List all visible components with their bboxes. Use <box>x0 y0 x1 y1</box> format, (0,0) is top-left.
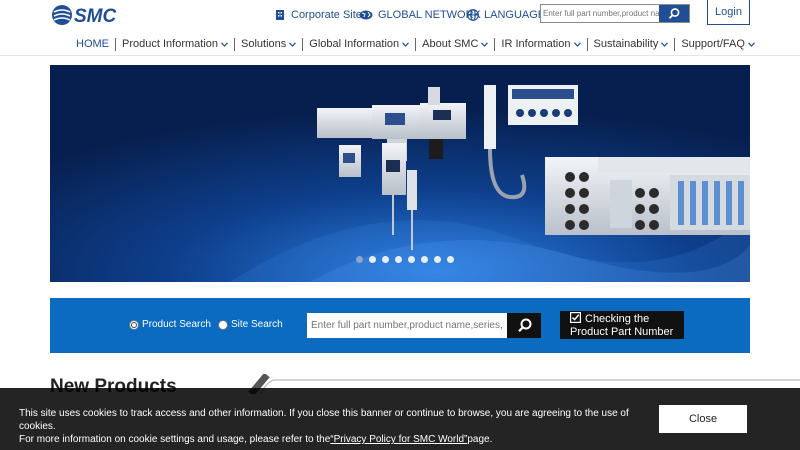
band-search-button[interactable] <box>507 313 541 338</box>
radio-label: Site Search <box>231 319 283 330</box>
globe-icon <box>467 9 479 21</box>
carousel-dot[interactable] <box>356 256 363 263</box>
global-network-label: GLOBAL NETWORK <box>378 9 481 21</box>
chevron-down-icon <box>747 41 755 47</box>
carousel-dot[interactable] <box>369 256 376 263</box>
language-label: LANGUAGE <box>484 9 546 21</box>
global-network-link[interactable]: GLOBAL NETWORK <box>359 9 481 21</box>
nav-label: Product Information <box>122 37 218 50</box>
logo-text: SMC <box>74 6 117 26</box>
radio-product-search[interactable]: Product Search <box>129 319 211 330</box>
carousel-dots <box>356 256 454 263</box>
radio-circle-selected[interactable] <box>129 319 139 330</box>
header-search-input[interactable] <box>541 5 661 22</box>
checkbox-check-icon <box>570 312 581 323</box>
cookie-line2: For more information on cookie settings … <box>19 433 649 446</box>
nav-label: Solutions <box>241 37 287 50</box>
checking-label-line2: Product Part Number <box>570 326 674 338</box>
nav-label: Support/FAQ <box>681 37 745 50</box>
nav-label: HOME <box>76 37 109 50</box>
world-map-icon <box>359 10 373 20</box>
search-icon <box>518 318 532 332</box>
login-button[interactable]: Login <box>707 0 750 25</box>
carousel-dot[interactable] <box>408 256 415 263</box>
building-icon <box>276 10 284 20</box>
nav-label: Global Information <box>309 37 400 50</box>
nav-ir-information[interactable]: IR Information <box>494 37 586 51</box>
carousel-dot[interactable] <box>421 256 428 263</box>
checking-label-line1: Checking the <box>585 313 650 325</box>
chevron-down-icon <box>481 41 489 47</box>
corporate-site-label: Corporate Site <box>291 9 362 21</box>
chevron-down-icon <box>221 41 228 47</box>
nav-home[interactable]: HOME <box>70 38 115 51</box>
chevron-down-icon <box>573 41 581 47</box>
cookie-line1: This site uses cookies to track access a… <box>19 408 629 432</box>
cookie-close-button[interactable]: Close <box>659 405 747 433</box>
band-search-input[interactable] <box>307 313 507 338</box>
checking-part-number-button[interactable]: Checking the Product Part Number <box>560 311 684 339</box>
search-icon <box>668 8 680 19</box>
cookie-line2-before: For more information on cookie settings … <box>19 434 331 445</box>
privacy-policy-link[interactable]: “Privacy Policy for SMC World” <box>330 434 467 445</box>
header-search-button[interactable] <box>659 5 689 22</box>
band-search <box>307 313 541 338</box>
cookie-line2-after: page. <box>467 434 493 445</box>
chevron-down-icon <box>289 41 297 47</box>
hero-product-image <box>50 65 750 282</box>
page: SMC Corporate Site GLOBAL NETWORK LANGUA… <box>0 0 800 450</box>
carousel-dot[interactable] <box>447 256 454 263</box>
radio-circle[interactable] <box>218 319 228 330</box>
carousel-dot[interactable] <box>434 256 441 263</box>
language-link[interactable]: LANGUAGE <box>467 9 545 21</box>
nav-label: About SMC <box>422 37 479 50</box>
nav-global-information[interactable]: Global Information <box>302 37 415 51</box>
nav-solutions[interactable]: Solutions <box>234 37 302 51</box>
cookie-text: This site uses cookies to track access a… <box>19 407 649 446</box>
nav-sustainability[interactable]: Sustainability <box>586 37 675 51</box>
chevron-down-icon <box>661 41 669 47</box>
radio-site-search[interactable]: Site Search <box>218 319 283 330</box>
radio-label: Product Search <box>142 319 211 330</box>
hero-banner[interactable] <box>50 65 750 282</box>
nav-product-information[interactable]: Product Information <box>115 37 234 51</box>
header-search <box>540 4 690 23</box>
nav-label: Sustainability <box>593 37 659 50</box>
carousel-dot[interactable] <box>395 256 402 263</box>
nav-label: IR Information <box>501 37 571 50</box>
main-nav: HOME Product Information Solutions Globa… <box>70 35 761 53</box>
smc-logo[interactable]: SMC <box>51 4 123 27</box>
carousel-dot[interactable] <box>382 256 389 263</box>
corporate-site-link[interactable]: Corporate Site <box>274 9 362 21</box>
nav-divider <box>0 55 800 56</box>
chevron-down-icon <box>402 41 410 47</box>
nav-support-faq[interactable]: Support/FAQ <box>674 37 761 51</box>
nav-about-smc[interactable]: About SMC <box>415 37 494 51</box>
